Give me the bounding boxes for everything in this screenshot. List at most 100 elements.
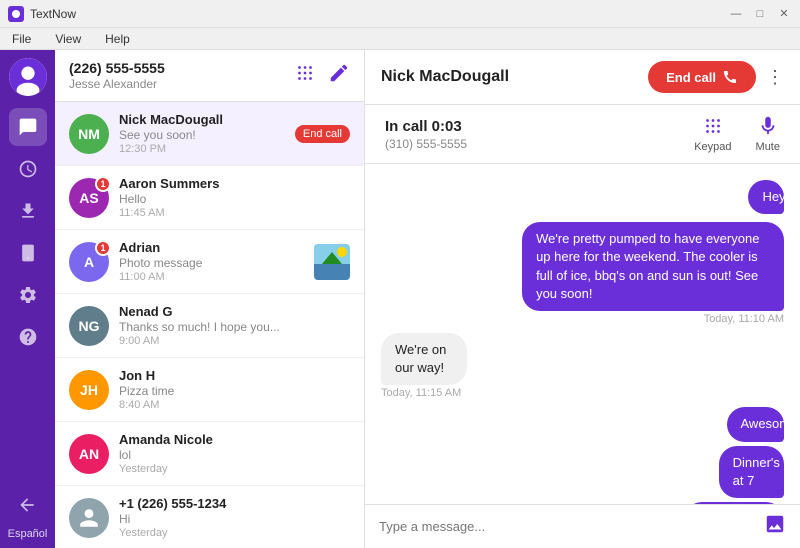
app-logo bbox=[8, 6, 24, 22]
contact-avatar-nenad: NG bbox=[69, 306, 109, 346]
keypad-button[interactable]: Keypad bbox=[694, 115, 731, 153]
contact-preview-nenad: Thanks so much! I hope you... bbox=[119, 320, 350, 334]
more-options-button[interactable]: ⋮ bbox=[766, 67, 784, 88]
contact-info-adrian: Adrian Photo message 11:00 AM bbox=[119, 240, 308, 283]
contact-photo-thumb-adrian bbox=[314, 244, 350, 280]
message-input[interactable] bbox=[379, 519, 764, 534]
contact-avatar-aaron: AS 1 bbox=[69, 178, 109, 218]
end-call-button[interactable]: End call bbox=[648, 61, 756, 93]
msg-row-0: Hey! bbox=[729, 180, 784, 214]
msg-bubble-0: Hey! bbox=[748, 180, 784, 214]
contact-item-aaron[interactable]: AS 1 Aaron Summers Hello 11:45 AM bbox=[55, 166, 364, 230]
minimize-button[interactable]: — bbox=[728, 6, 744, 22]
app-name: TextNow bbox=[30, 7, 76, 21]
msg-time-1: Today, 11:10 AM bbox=[704, 313, 784, 325]
contact-name-amanda: Amanda Nicole bbox=[119, 432, 350, 447]
edit-button[interactable] bbox=[328, 62, 350, 89]
contact-preview-aaron: Hello bbox=[119, 192, 350, 206]
keypad-label: Keypad bbox=[694, 141, 731, 153]
contacts-panel: (226) 555-5555 Jesse Alexander bbox=[55, 50, 365, 548]
sidebar-language: Español bbox=[8, 528, 48, 540]
contact-badge-adrian: 1 bbox=[95, 240, 111, 256]
close-button[interactable]: ✕ bbox=[776, 6, 792, 22]
contact-info-nenad: Nenad G Thanks so much! I hope you... 9:… bbox=[119, 304, 350, 347]
chat-input-bar bbox=[365, 504, 800, 548]
contact-item-amanda[interactable]: AN Amanda Nicole lol Yesterday bbox=[55, 422, 364, 486]
call-status: In call 0:03 bbox=[385, 118, 467, 135]
msg-row-3a: Awesome! bbox=[696, 407, 784, 441]
contact-item-nick[interactable]: NM Nick MacDougall See you soon! 12:30 P… bbox=[55, 102, 364, 166]
contact-time-jon: 8:40 AM bbox=[119, 399, 350, 411]
sidebar-icon-back[interactable] bbox=[8, 486, 46, 524]
contact-preview-jon: Pizza time bbox=[119, 384, 350, 398]
chat-header: Nick MacDougall End call ⋮ bbox=[365, 50, 800, 105]
msg-bubble-1: We're pretty pumped to have everyone up … bbox=[522, 222, 784, 311]
media-upload-button[interactable] bbox=[764, 513, 786, 540]
menu-view[interactable]: View bbox=[51, 30, 85, 48]
mute-button[interactable]: Mute bbox=[756, 115, 780, 153]
contact-preview-nick: See you soon! bbox=[119, 128, 289, 142]
contact-name-nick: Nick MacDougall bbox=[119, 112, 289, 127]
contact-info-unknown: +1 (226) 555-1234 Hi Yesterday bbox=[119, 496, 350, 539]
contact-avatar-amanda: AN bbox=[69, 434, 109, 474]
contact-info-aaron: Aaron Summers Hello 11:45 AM bbox=[119, 176, 350, 219]
contact-badge-aaron: 1 bbox=[95, 176, 111, 192]
window-controls: — □ ✕ bbox=[728, 6, 792, 22]
msg-group-0: Hey! bbox=[381, 180, 784, 214]
mute-label: Mute bbox=[756, 141, 780, 153]
contact-end-call-nick[interactable]: End call bbox=[295, 125, 350, 143]
menu-file[interactable]: File bbox=[8, 30, 35, 48]
dial-button[interactable] bbox=[294, 62, 316, 89]
contact-item-unknown[interactable]: +1 (226) 555-1234 Hi Yesterday bbox=[55, 486, 364, 548]
title-bar: TextNow — □ ✕ bbox=[0, 0, 800, 28]
contact-item-adrian[interactable]: A 1 Adrian Photo message 11:00 AM bbox=[55, 230, 364, 294]
contacts-actions bbox=[294, 62, 350, 89]
menu-bar: File View Help bbox=[0, 28, 800, 50]
msg-row-1: We're pretty pumped to have everyone up … bbox=[381, 222, 784, 311]
msg-bubble-2: We're on our way! bbox=[381, 333, 467, 385]
contacts-header: (226) 555-5555 Jesse Alexander bbox=[55, 50, 364, 102]
sidebar-icon-messages[interactable] bbox=[9, 108, 47, 146]
msg-row-2: We're on our way! bbox=[381, 333, 513, 385]
sidebar-icon-speed[interactable] bbox=[9, 150, 47, 188]
msg-group-2: We're on our way! Today, 11:15 AM bbox=[381, 333, 784, 399]
maximize-button[interactable]: □ bbox=[752, 6, 768, 22]
title-bar-left: TextNow bbox=[8, 6, 76, 22]
msg-group-3: Awesome! Dinner's at 7 We're out on the … bbox=[381, 407, 784, 504]
contact-time-amanda: Yesterday bbox=[119, 463, 350, 475]
sidebar-icon-phone[interactable] bbox=[9, 234, 47, 272]
msg-time-2: Today, 11:15 AM bbox=[381, 387, 461, 399]
contacts-list: NM Nick MacDougall See you soon! 12:30 P… bbox=[55, 102, 364, 548]
contact-item-nenad[interactable]: NG Nenad G Thanks so much! I hope you...… bbox=[55, 294, 364, 358]
sidebar-icon-help[interactable] bbox=[9, 318, 47, 356]
end-call-label: End call bbox=[666, 70, 716, 85]
chat-header-name: Nick MacDougall bbox=[381, 68, 509, 86]
call-number: (310) 555-5555 bbox=[385, 137, 467, 151]
contact-name-adrian: Adrian bbox=[119, 240, 308, 255]
user-phone: (226) 555-5555 bbox=[69, 60, 165, 76]
chat-header-actions: End call ⋮ bbox=[648, 61, 784, 93]
contact-name-jon: Jon H bbox=[119, 368, 350, 383]
user-avatar[interactable] bbox=[9, 58, 47, 96]
contact-time-nick: 12:30 PM bbox=[119, 143, 289, 155]
msg-group-1: We're pretty pumped to have everyone up … bbox=[381, 222, 784, 325]
contact-name-nenad: Nenad G bbox=[119, 304, 350, 319]
user-name: Jesse Alexander bbox=[69, 77, 165, 91]
call-info-right: Keypad Mute bbox=[694, 115, 780, 153]
menu-help[interactable]: Help bbox=[101, 30, 134, 48]
contact-time-unknown: Yesterday bbox=[119, 527, 350, 539]
call-info-left: In call 0:03 (310) 555-5555 bbox=[385, 118, 467, 151]
sidebar-bottom: Español bbox=[8, 486, 48, 540]
contact-time-adrian: 11:00 AM bbox=[119, 271, 308, 283]
contact-preview-unknown: Hi bbox=[119, 512, 350, 526]
sidebar-icon-download[interactable] bbox=[9, 192, 47, 230]
contact-time-aaron: 11:45 AM bbox=[119, 207, 350, 219]
contact-avatar-nick: NM bbox=[69, 114, 109, 154]
contact-info-nick: Nick MacDougall See you soon! 12:30 PM bbox=[119, 112, 289, 155]
contact-item-jon[interactable]: JH Jon H Pizza time 8:40 AM bbox=[55, 358, 364, 422]
chat-panel: Nick MacDougall End call ⋮ In call 0:03 … bbox=[365, 50, 800, 548]
contacts-header-row: (226) 555-5555 Jesse Alexander bbox=[69, 60, 350, 91]
sidebar-icon-settings[interactable] bbox=[9, 276, 47, 314]
messages-area: Hey! We're pretty pumped to have everyon… bbox=[365, 164, 800, 504]
msg-row-3b: Dinner's at 7 bbox=[683, 446, 784, 498]
